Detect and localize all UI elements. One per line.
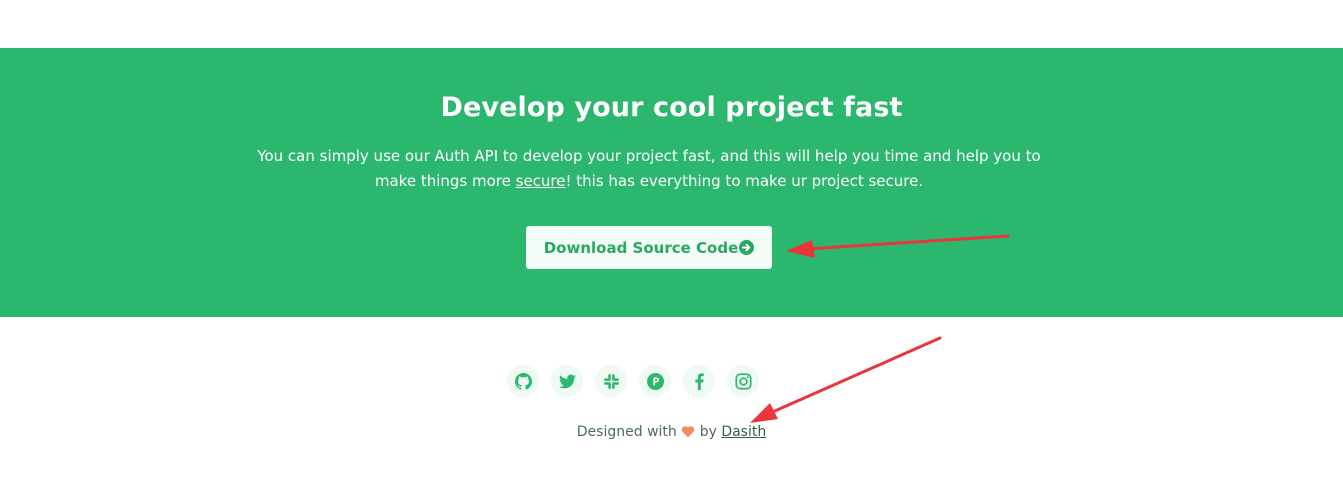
cta-description-end: ! this has everything to make ur project… bbox=[565, 172, 924, 190]
facebook-link[interactable] bbox=[683, 365, 715, 397]
product-hunt-icon bbox=[646, 372, 664, 390]
secure-link[interactable]: secure bbox=[516, 172, 566, 190]
download-button-label: Download Source Code bbox=[543, 238, 739, 257]
annotation-arrow-author bbox=[750, 336, 942, 423]
credit-prefix: Designed with bbox=[576, 424, 677, 440]
twitter-icon bbox=[558, 374, 576, 388]
github-icon bbox=[514, 372, 532, 390]
download-source-code-button[interactable]: Download Source Code bbox=[526, 226, 772, 269]
cta-description: You can simply use our Auth API to devel… bbox=[256, 144, 1042, 194]
slack-icon bbox=[603, 373, 619, 389]
product-hunt-link[interactable] bbox=[639, 365, 671, 397]
slack-link[interactable] bbox=[595, 365, 627, 397]
cta-title: Develop your cool project fast bbox=[440, 92, 903, 123]
arrow-circle-right-icon bbox=[739, 240, 755, 255]
heart-icon bbox=[681, 426, 695, 438]
author-link[interactable]: Dasith bbox=[721, 424, 766, 440]
instagram-icon bbox=[734, 372, 752, 390]
cta-banner: Develop your cool project fast You can s… bbox=[0, 48, 1343, 317]
facebook-icon bbox=[694, 372, 704, 390]
github-link[interactable] bbox=[507, 365, 539, 397]
social-links bbox=[507, 365, 759, 397]
twitter-link[interactable] bbox=[551, 365, 583, 397]
page: Develop your cool project fast You can s… bbox=[0, 0, 1343, 485]
credit-by: by bbox=[699, 424, 717, 440]
footer-credit: Designed with by Dasith bbox=[0, 424, 1343, 440]
instagram-link[interactable] bbox=[727, 365, 759, 397]
